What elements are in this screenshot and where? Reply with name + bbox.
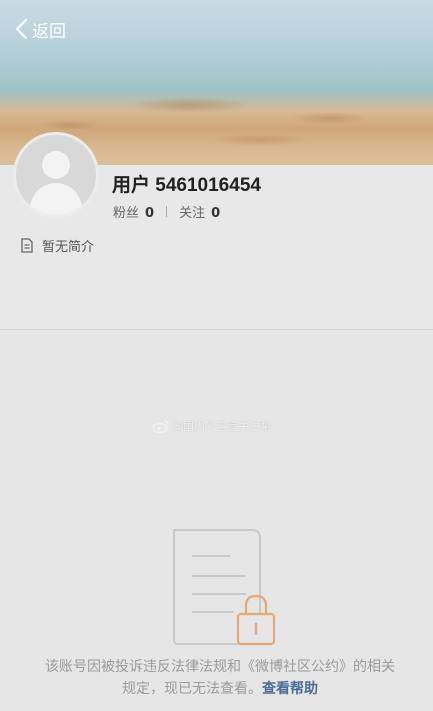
follow-stat[interactable]: 关注 0 — [179, 202, 220, 221]
fans-stat[interactable]: 粉丝 0 — [113, 202, 154, 221]
chevron-left-icon — [15, 18, 28, 40]
avatar[interactable] — [13, 132, 99, 218]
back-button[interactable]: 返回 — [14, 16, 66, 42]
weibo-icon — [152, 420, 169, 433]
help-link[interactable]: 查看帮助 — [262, 681, 318, 697]
fans-count: 0 — [145, 206, 155, 221]
document-icon — [21, 238, 33, 253]
default-avatar-icon — [16, 135, 96, 215]
profile-stats: 粉丝 0 关注 0 — [113, 202, 220, 221]
stats-divider — [166, 206, 168, 217]
notice-message: 该账号因被投诉违反法律法规和《微博社区公约》的相关规定，现已无法查看。 — [45, 659, 395, 697]
watermark: @国内外自言关注帮 — [152, 418, 271, 434]
bio: 暂无简介 — [20, 236, 94, 255]
fans-label: 粉丝 — [113, 206, 140, 221]
follow-label: 关注 — [179, 206, 206, 221]
document-lock-icon — [173, 529, 276, 646]
username: 用户 5461016454 — [112, 175, 261, 196]
watermark-text: @国内外自言关注帮 — [172, 420, 271, 433]
bio-text: 暂无简介 — [42, 240, 95, 255]
follow-count: 0 — [211, 206, 221, 221]
back-label: 返回 — [32, 21, 66, 42]
account-blocked-notice: 该账号因被投诉违反法律法规和《微博社区公约》的相关规定，现已无法查看。查看帮助 — [40, 656, 400, 700]
